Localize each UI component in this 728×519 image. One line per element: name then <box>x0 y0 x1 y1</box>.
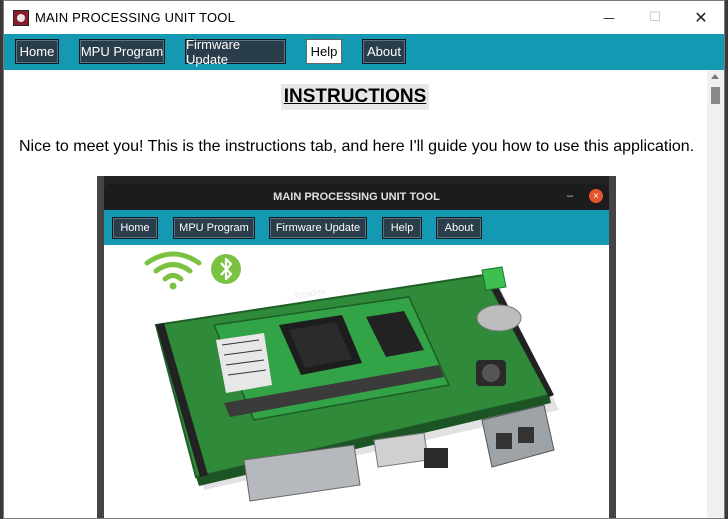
title-bar[interactable]: MAIN PROCESSING UNIT TOOL — ☐ ✕ <box>4 1 724 34</box>
nav-help-button[interactable]: Help <box>306 39 342 64</box>
scroll-up-icon[interactable] <box>711 74 719 79</box>
nav-mpu-program-button[interactable]: MPU Program <box>79 39 165 64</box>
page-heading: INSTRUCTIONS <box>4 84 706 110</box>
minimize-icon: — <box>603 10 615 25</box>
minimize-button[interactable]: — <box>586 1 632 34</box>
embedded-nav-help: Help <box>382 217 422 239</box>
window-controls: — ☐ ✕ <box>586 1 724 34</box>
wifi-icon <box>144 251 202 290</box>
screenshot-background <box>97 176 104 518</box>
nav-home-button[interactable]: Home <box>15 39 59 64</box>
board-brand-label: Toradex <box>293 286 327 301</box>
embedded-nav-bar: Home MPU Program Firmware Update Help Ab… <box>104 210 609 245</box>
app-window: MAIN PROCESSING UNIT TOOL — ☐ ✕ Home MPU… <box>3 0 725 519</box>
app-icon <box>13 9 29 26</box>
maximize-icon: ☐ <box>649 10 661 25</box>
nav-about-button[interactable]: About <box>362 39 406 64</box>
window-title: MAIN PROCESSING UNIT TOOL <box>35 10 236 25</box>
intro-text: Nice to meet you! This is the instructio… <box>19 138 695 155</box>
embedded-nav-mpu-program: MPU Program <box>173 217 255 239</box>
bluetooth-icon <box>211 254 241 284</box>
scroll-thumb[interactable] <box>711 87 720 104</box>
embedded-minimize-icon: – <box>566 190 573 202</box>
close-button[interactable]: ✕ <box>678 1 724 34</box>
maximize-button[interactable]: ☐ <box>632 1 678 34</box>
screenshot-background <box>609 176 616 518</box>
embedded-close-icon: × <box>589 189 603 203</box>
help-content: INSTRUCTIONS Nice to meet you! This is t… <box>4 70 706 518</box>
board-illustration: Toradex <box>144 251 559 502</box>
embedded-nav-about: About <box>436 217 482 239</box>
page-title: INSTRUCTIONS <box>280 84 430 110</box>
embedded-window-title: MAIN PROCESSING UNIT TOOL <box>273 191 440 203</box>
nav-bar: Home MPU Program Firmware Update Help Ab… <box>4 34 724 70</box>
embedded-nav-home: Home <box>112 217 158 239</box>
embedded-nav-firmware-update: Firmware Update <box>269 217 367 239</box>
instruction-screenshot: MAIN PROCESSING UNIT TOOL – × Home MPU P… <box>97 176 616 518</box>
close-icon: ✕ <box>694 8 708 27</box>
vertical-scrollbar[interactable] <box>707 70 724 518</box>
embedded-window: MAIN PROCESSING UNIT TOOL – × Home MPU P… <box>104 184 609 518</box>
embedded-body: Toradex <box>104 245 609 518</box>
nav-firmware-update-button[interactable]: Firmware Update <box>185 37 286 67</box>
